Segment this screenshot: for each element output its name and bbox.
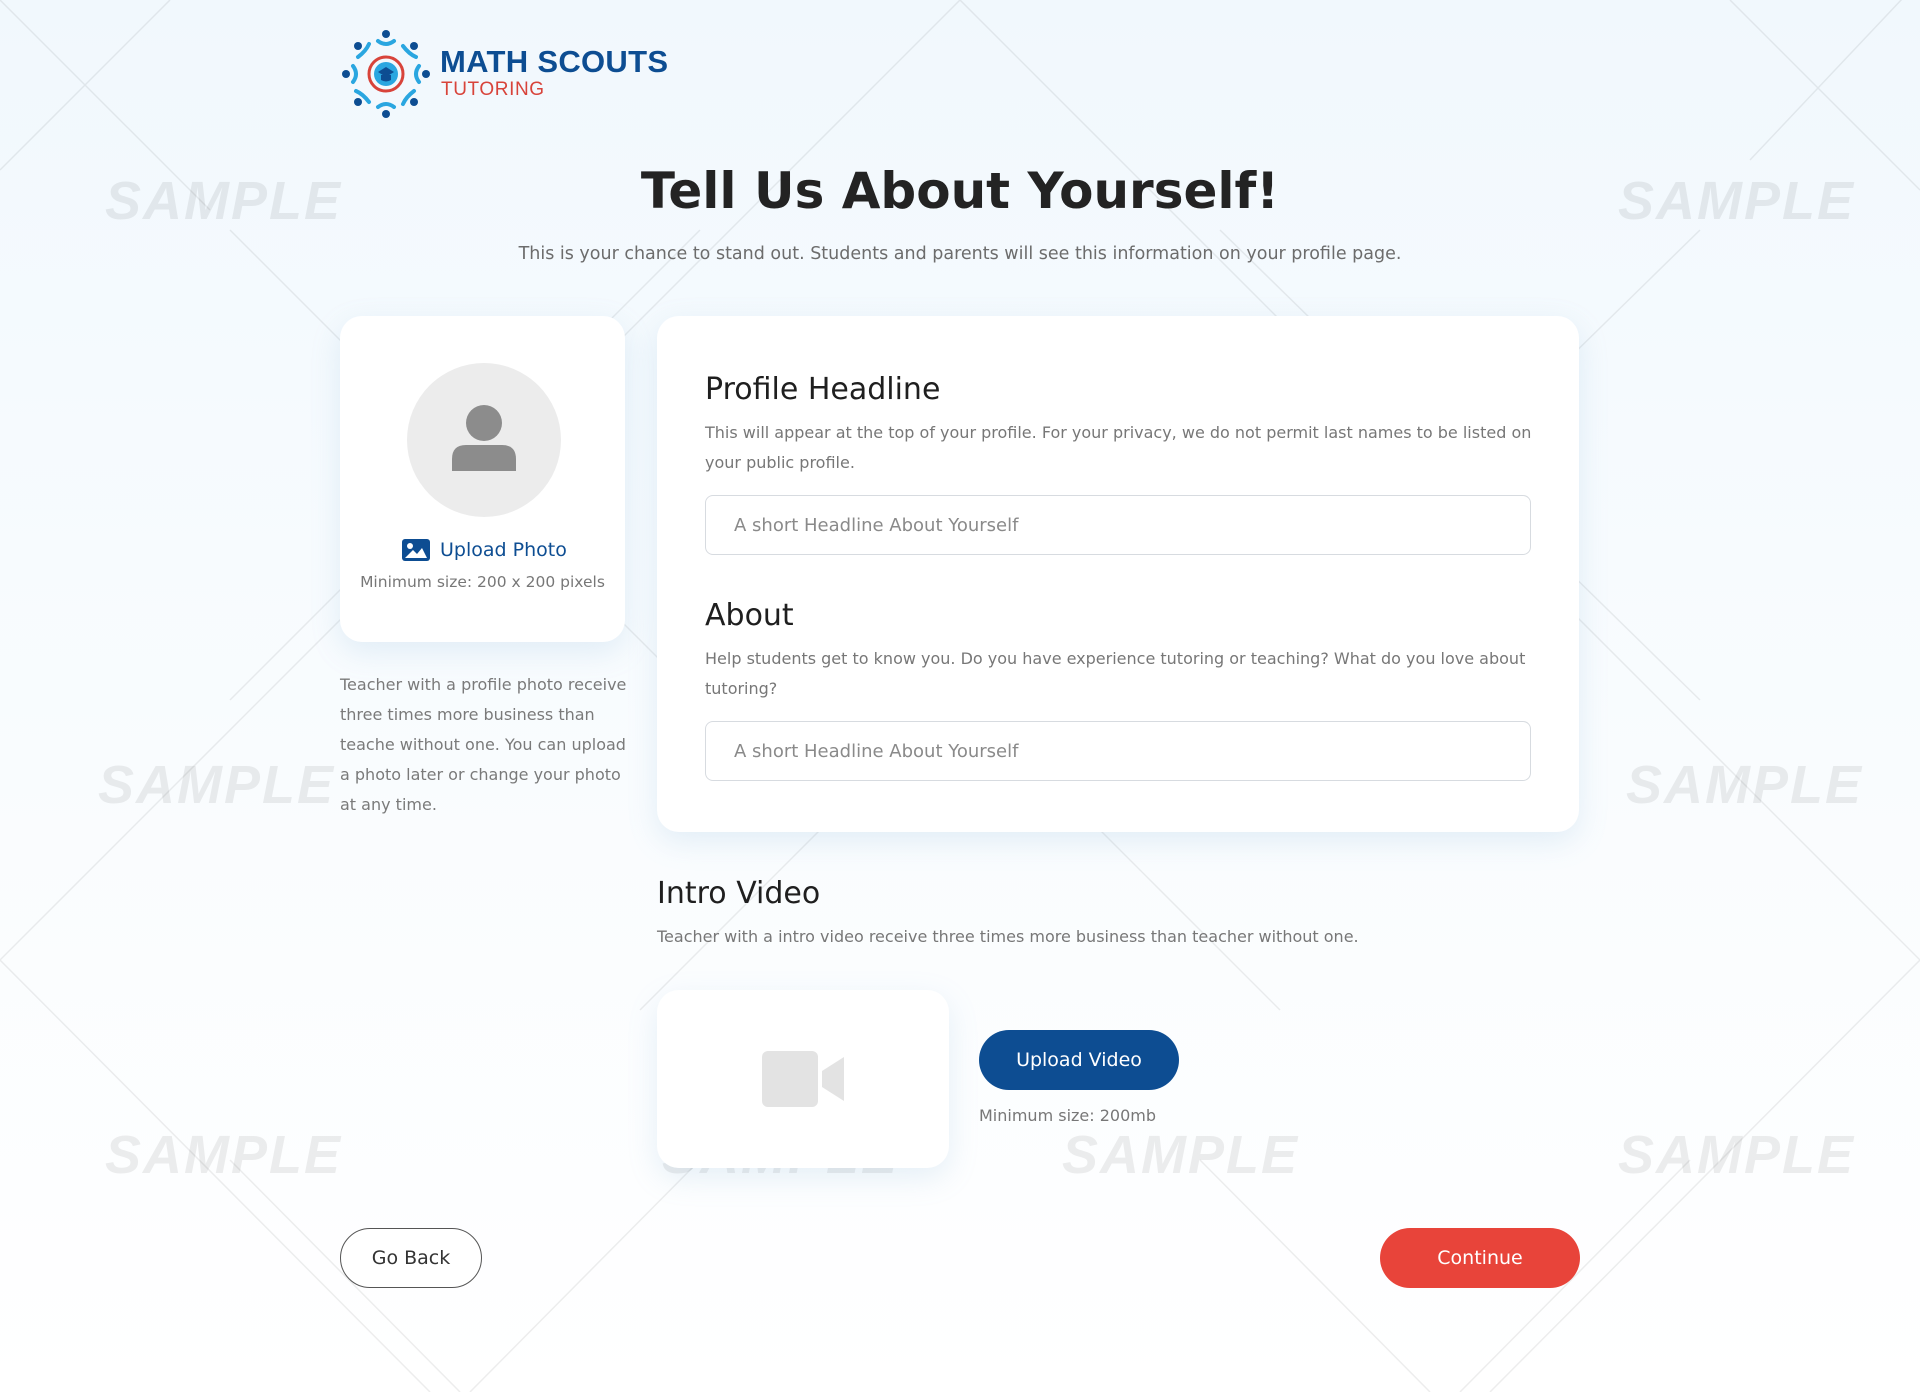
user-avatar-icon xyxy=(452,405,516,471)
video-min-size: Minimum size: 200mb xyxy=(979,1106,1157,1125)
photo-note: Teacher with a profile photo receive thr… xyxy=(340,675,627,814)
about-title: About xyxy=(705,598,794,633)
brand-tagline: TUTORING xyxy=(441,79,545,100)
go-back-button[interactable]: Go Back xyxy=(340,1228,482,1288)
continue-button[interactable]: Continue xyxy=(1380,1228,1580,1288)
video-placeholder[interactable] xyxy=(657,990,949,1168)
watermark-text: SAMPLE xyxy=(105,1125,343,1185)
upload-photo-label: Upload Photo xyxy=(440,539,567,561)
intro-video-description: Teacher with a intro video receive three… xyxy=(657,927,1359,946)
profile-headline-input[interactable] xyxy=(705,495,1531,555)
image-icon xyxy=(402,539,430,561)
watermark-text: SAMPLE xyxy=(1062,1125,1300,1185)
brand-name: MATH SCOUTS xyxy=(440,44,669,79)
video-camera-icon xyxy=(762,1051,844,1107)
watermark-text: SAMPLE xyxy=(1626,755,1864,815)
avatar-placeholder[interactable] xyxy=(407,363,561,517)
photo-min-size: Minimum size: 200 x 200 pixels xyxy=(360,573,605,591)
intro-video-title: Intro Video xyxy=(657,876,821,911)
scouts-circle-logo-icon xyxy=(342,30,430,118)
upload-video-button[interactable]: Upload Video xyxy=(979,1030,1179,1090)
profile-headline-description: This will appear at the top of your prof… xyxy=(705,423,1532,472)
about-description: Help students get to know you. Do you ha… xyxy=(705,649,1526,698)
upload-photo-button[interactable]: Upload Photo xyxy=(402,536,567,564)
about-input[interactable] xyxy=(705,721,1531,781)
page-title: Tell Us About Yourself! xyxy=(640,162,1280,220)
profile-headline-title: Profile Headline xyxy=(705,372,941,407)
watermark-text: SAMPLE xyxy=(98,755,336,815)
watermark-text: SAMPLE xyxy=(1618,1125,1856,1185)
page-subtitle: This is your chance to stand out. Studen… xyxy=(518,244,1402,264)
